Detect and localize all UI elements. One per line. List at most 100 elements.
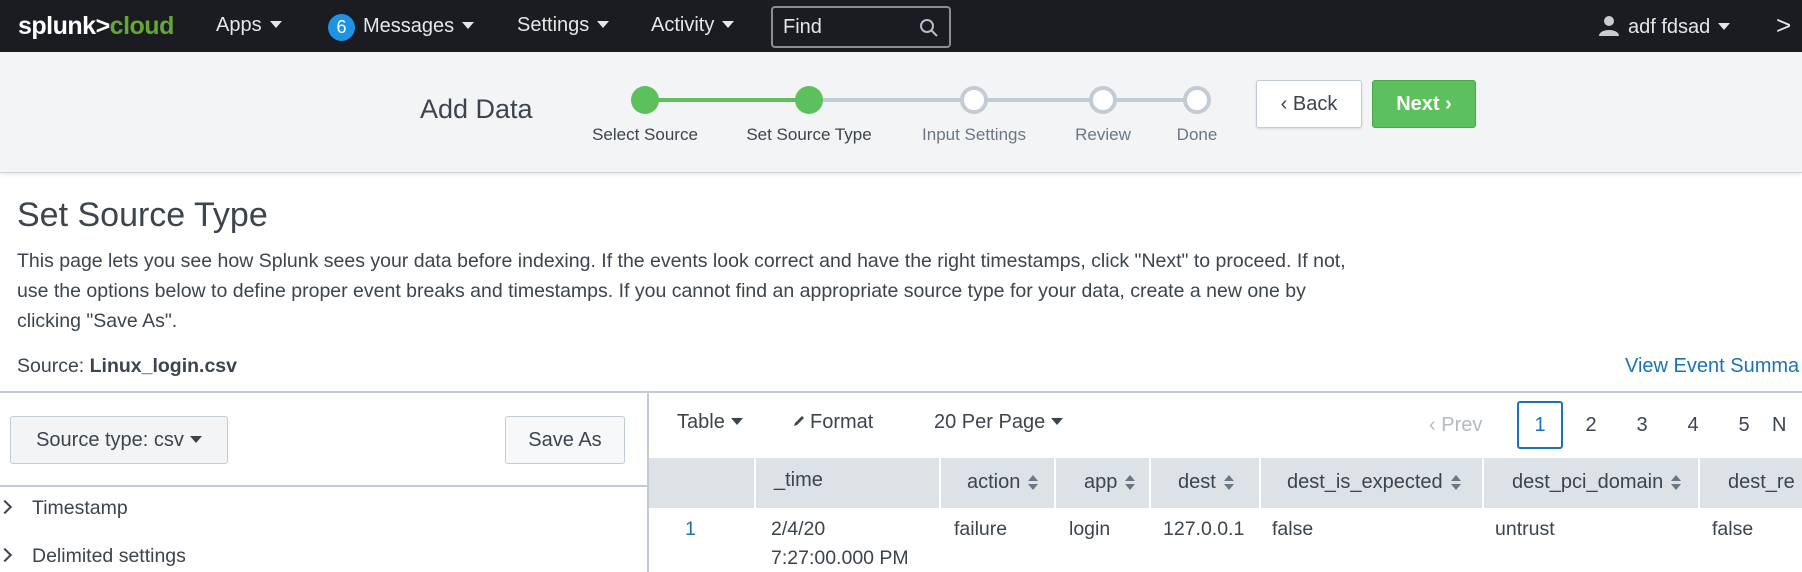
next-button[interactable]: Next › [1372,80,1476,128]
user-icon [1598,14,1620,42]
step-set-source-type-dot [795,86,823,114]
wizard-title: Add Data [420,94,533,124]
view-event-summary-link[interactable]: View Event Summa [1625,355,1799,378]
timestamp-section-toggle[interactable]: Timestamp [0,497,128,520]
page-3-button[interactable]: 3 [1619,401,1665,449]
step-connector-todo [809,98,1198,102]
chevron-right-icon: › [1445,92,1452,115]
col-header-dest-re[interactable]: dest_re [1698,458,1802,508]
prev-label: Prev [1441,414,1483,436]
sort-icon [1125,474,1136,491]
col-header-action-label: action [967,471,1021,493]
step-select-source-dot [631,86,659,114]
per-page-dropdown[interactable]: 20 Per Page [934,411,1064,434]
caret-down-icon [462,22,475,29]
user-menu[interactable]: adf fdsad [1598,14,1731,42]
page-2-button[interactable]: 2 [1568,401,1614,449]
caret-down-icon [1718,23,1731,30]
row-time-clock: 7:27:00.000 PM [771,547,909,569]
caret-down-icon [189,435,202,443]
format-button[interactable]: Format [792,411,873,434]
caret-down-icon [722,21,735,28]
settings-menu-label: Settings [517,14,590,36]
timestamp-section-label: Timestamp [32,497,128,519]
step-select-source-label: Select Source [592,125,698,144]
sort-icon [1028,474,1039,491]
source-type-settings-panel: Source type: csv Save As Timestamp Delim… [0,391,649,572]
page-title: Set Source Type [17,196,268,234]
page-1-button[interactable]: 1 [1517,401,1563,449]
apps-menu-label: Apps [216,14,262,36]
back-button-label: Back [1292,92,1338,115]
row-dest-pci-domain: untrust [1495,518,1555,540]
step-done-label: Done [1176,125,1218,144]
settings-menu[interactable]: Settings [517,14,610,37]
step-set-source-type-label: Set Source Type [746,125,872,144]
source-type-dropdown-label: Source type: csv [36,428,184,451]
results-table-header: _time action app dest dest_is_expected d… [649,458,1802,508]
prev-page-button[interactable]: ‹ Prev [1429,401,1482,449]
caret-down-icon [269,21,282,28]
per-page-label: 20 Per Page [934,411,1046,433]
delimited-settings-section-label: Delimited settings [32,545,186,567]
next-page-button[interactable]: N [1772,401,1802,449]
col-header-time[interactable]: _time [754,458,939,508]
page-4-button[interactable]: 4 [1670,401,1716,449]
splunk-cloud-logo[interactable]: splunk>cloud [18,12,174,41]
row-action: failure [954,518,1008,540]
find-box [771,6,951,48]
messages-menu-label: Messages [363,15,455,37]
add-data-wizard-header: Add Data Select Source Set Source Type I… [0,52,1802,173]
table-view-dropdown[interactable]: Table [677,411,743,434]
row-dest-is-expected: false [1272,518,1314,540]
page-5-button[interactable]: 5 [1721,401,1767,449]
activity-menu[interactable]: Activity [651,14,735,37]
more-chevron-icon[interactable]: > [1776,10,1791,41]
col-header-app[interactable]: app [1054,458,1149,508]
user-name: adf fdsad [1628,16,1711,38]
step-connector-done [645,98,809,102]
col-header-dest[interactable]: dest [1149,458,1259,508]
row-dest-re: false [1712,518,1754,540]
step-input-settings-label: Input Settings [922,125,1026,144]
top-navigation-bar: splunk>cloud Apps 6 Messages Settings Act… [0,0,1802,52]
col-header-dest-is-expected[interactable]: dest_is_expected [1259,458,1482,508]
search-icon[interactable] [919,18,939,43]
sort-icon [1450,474,1461,491]
save-as-button[interactable]: Save As [505,416,625,464]
source-label: Source: [17,355,85,377]
step-done-dot [1183,86,1211,114]
col-header-dest-pci-domain-label: dest_pci_domain [1512,471,1664,493]
chevron-right-icon [0,547,13,563]
page-description: This page lets you see how Splunk sees y… [17,250,1346,332]
table-view-label: Table [677,411,725,433]
activity-menu-label: Activity [651,14,715,36]
caret-down-icon [730,418,743,425]
format-label: Format [810,411,874,433]
event-preview-panel: Table Format 20 Per Page ‹ Prev 1 2 3 4 … [649,391,1802,572]
sort-icon [1671,474,1682,491]
row-time-date: 2/4/20 [771,518,826,540]
find-input[interactable] [783,16,913,39]
messages-menu[interactable]: 6 Messages [328,14,475,41]
row-index[interactable]: 1 [685,515,696,544]
row-app: login [1069,518,1111,540]
chevron-right-icon [0,499,13,515]
source-info: Source: Linux_login.csv [17,355,237,378]
delimited-settings-section-toggle[interactable]: Delimited settings [0,545,186,568]
apps-menu[interactable]: Apps [216,14,282,37]
logo-splunk-text: splunk> [18,12,110,40]
chevron-left-icon: ‹ [1280,92,1288,115]
caret-down-icon [597,21,610,28]
row-dest: 127.0.0.1 [1163,518,1245,540]
next-button-label: Next [1396,92,1440,115]
step-review-dot [1089,86,1117,114]
source-filename: Linux_login.csv [89,355,237,377]
col-header-app-label: app [1084,471,1118,493]
col-header-dest-pci-domain[interactable]: dest_pci_domain [1482,458,1698,508]
step-review-label: Review [1075,125,1131,144]
source-type-dropdown[interactable]: Source type: csv [10,416,228,464]
back-button[interactable]: ‹ Back [1256,80,1362,128]
messages-count-badge: 6 [328,14,355,41]
col-header-action[interactable]: action [939,458,1054,508]
